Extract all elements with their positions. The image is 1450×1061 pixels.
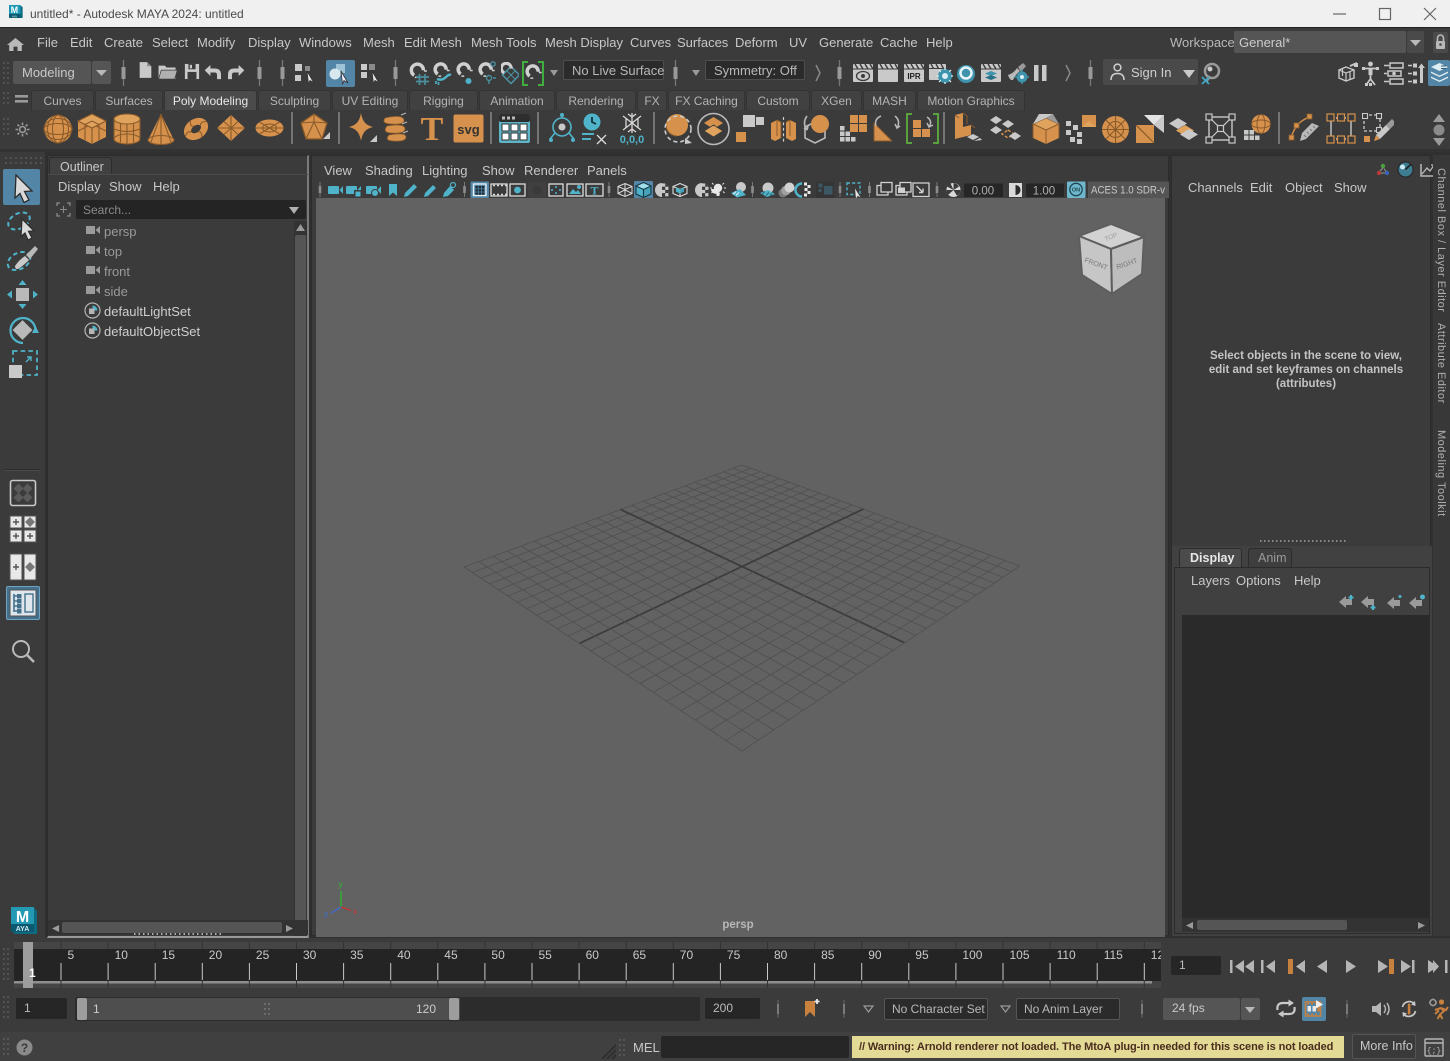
svg-text:y: y xyxy=(339,879,344,889)
svg-text:30: 30 xyxy=(303,948,317,962)
svg-text:1: 1 xyxy=(29,966,36,980)
svg-text:120: 120 xyxy=(1151,948,1161,962)
svg-text:persp: persp xyxy=(722,919,753,931)
svg-text:0,0,0: 0,0,0 xyxy=(620,134,644,146)
svg-text:IPR: IPR xyxy=(907,72,921,81)
svg-text:50: 50 xyxy=(491,948,505,962)
svg-text:115: 115 xyxy=(1104,948,1123,962)
svg-text:20: 20 xyxy=(209,948,223,962)
svg-text:65: 65 xyxy=(633,948,647,962)
svg-text:90: 90 xyxy=(868,948,882,962)
svg-text:ACES 1.0 SDR-v: ACES 1.0 SDR-v xyxy=(1091,185,1165,197)
svg-text:T: T xyxy=(421,113,444,144)
svg-text:10: 10 xyxy=(115,948,129,962)
svg-text:5: 5 xyxy=(68,948,75,962)
svg-text:svg: svg xyxy=(457,122,479,137)
svg-text:x: x xyxy=(353,906,358,916)
svg-text:85: 85 xyxy=(821,948,835,962)
svg-text:1.00: 1.00 xyxy=(1033,186,1055,198)
svg-text:55: 55 xyxy=(539,948,553,962)
svg-text:ON: ON xyxy=(1072,188,1080,194)
svg-text:M: M xyxy=(11,5,18,15)
svg-text:95: 95 xyxy=(915,948,929,962)
svg-text:AYA: AYA xyxy=(12,15,17,19)
svg-text:AYA: AYA xyxy=(16,926,30,933)
svg-text:70: 70 xyxy=(680,948,694,962)
svg-text:80: 80 xyxy=(774,948,788,962)
svg-text:105: 105 xyxy=(1010,948,1030,962)
svg-text:T: T xyxy=(590,184,598,198)
svg-text:40: 40 xyxy=(397,948,411,962)
svg-text:{;}: {;} xyxy=(1427,1047,1441,1056)
svg-text:?: ? xyxy=(21,1041,28,1055)
svg-text:45: 45 xyxy=(444,948,458,962)
svg-text:0.00: 0.00 xyxy=(972,186,994,198)
svg-text:z: z xyxy=(324,909,328,919)
svg-text:110: 110 xyxy=(1057,948,1076,962)
svg-text:100: 100 xyxy=(962,948,982,962)
svg-text:M: M xyxy=(16,909,29,926)
svg-text:25: 25 xyxy=(256,948,270,962)
svg-text:75: 75 xyxy=(727,948,741,962)
svg-text:35: 35 xyxy=(350,948,364,962)
svg-text:60: 60 xyxy=(586,948,600,962)
svg-text:15: 15 xyxy=(162,948,176,962)
